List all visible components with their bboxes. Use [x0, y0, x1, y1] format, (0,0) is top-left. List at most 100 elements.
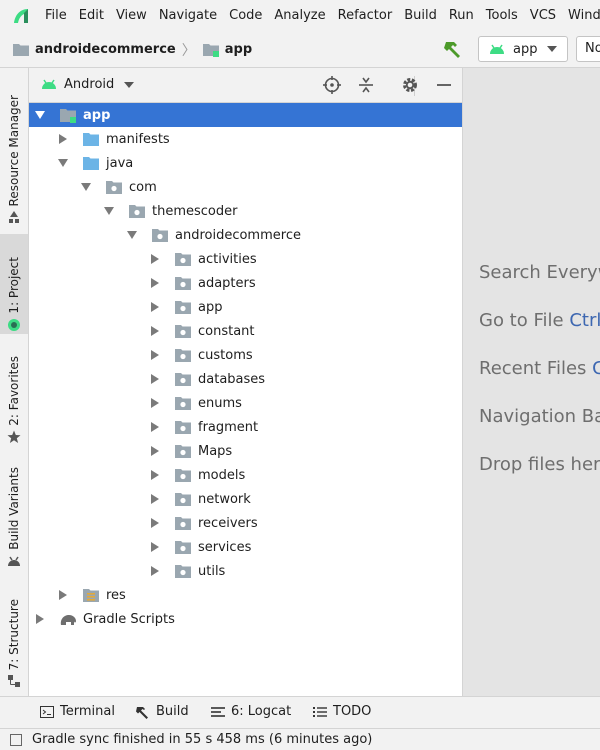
collapsed-arrow-icon[interactable] — [150, 518, 160, 528]
device-select[interactable]: No — [576, 36, 600, 62]
tree-item[interactable]: com — [29, 175, 462, 199]
android-icon — [490, 44, 504, 54]
package-folder-icon — [175, 517, 191, 530]
tree-item-label: activities — [198, 251, 257, 267]
collapsed-arrow-icon[interactable] — [150, 374, 160, 384]
run-configuration-select[interactable]: app — [478, 36, 568, 62]
tree-item[interactable]: app — [29, 295, 462, 319]
hint-search-everywhere: Search Everywhere — [479, 262, 600, 283]
tree-item[interactable]: customs — [29, 343, 462, 367]
tree-item[interactable]: androidecommerce — [29, 223, 462, 247]
collapsed-arrow-icon[interactable] — [150, 470, 160, 480]
tab-terminal-label: Terminal — [60, 704, 115, 719]
collapsed-arrow-icon[interactable] — [150, 422, 160, 432]
collapse-all-icon[interactable] — [357, 76, 375, 94]
module-folder-icon — [60, 109, 76, 123]
tree-item[interactable]: manifests — [29, 127, 462, 151]
menu-navigate[interactable]: Navigate — [153, 0, 223, 32]
navigation-bar: androidecommerce 〉 app app No — [0, 32, 600, 68]
tree-item[interactable]: network — [29, 487, 462, 511]
package-folder-icon — [129, 205, 145, 218]
tab-logcat[interactable]: 6: Logcat — [211, 704, 291, 719]
tree-item[interactable]: themescoder — [29, 199, 462, 223]
collapsed-arrow-icon[interactable] — [58, 134, 68, 144]
package-folder-icon — [175, 277, 191, 290]
menu-view[interactable]: View — [110, 0, 153, 32]
package-folder-icon — [175, 397, 191, 410]
left-tool-strip: Resource Manager 1: Project 2: Favorites… — [0, 68, 29, 696]
tab-resource-manager[interactable]: Resource Manager — [0, 76, 28, 226]
gear-icon[interactable] — [401, 76, 419, 94]
resources-folder-icon — [83, 589, 99, 602]
toggle-tool-windows-icon[interactable] — [10, 733, 22, 746]
folder-icon — [83, 157, 99, 170]
menu-tools[interactable]: Tools — [480, 0, 524, 32]
breadcrumb-module[interactable]: app — [202, 42, 252, 57]
collapsed-arrow-icon[interactable] — [58, 590, 68, 600]
collapsed-arrow-icon[interactable] — [150, 350, 160, 360]
package-folder-icon — [175, 541, 191, 554]
menu-edit[interactable]: Edit — [73, 0, 110, 32]
collapsed-arrow-icon[interactable] — [150, 254, 160, 264]
menu-window[interactable]: Wind — [562, 0, 600, 32]
tab-terminal[interactable]: Terminal — [40, 704, 115, 719]
tree-item[interactable]: adapters — [29, 271, 462, 295]
expanded-arrow-icon[interactable] — [35, 110, 45, 120]
tree-item[interactable]: app — [29, 103, 462, 127]
menu-analyze[interactable]: Analyze — [268, 0, 331, 32]
collapsed-arrow-icon[interactable] — [150, 542, 160, 552]
tree-item[interactable]: enums — [29, 391, 462, 415]
collapsed-arrow-icon[interactable] — [150, 566, 160, 576]
collapsed-arrow-icon[interactable] — [150, 302, 160, 312]
menu-refactor[interactable]: Refactor — [332, 0, 399, 32]
tab-project[interactable]: 1: Project — [0, 234, 28, 334]
chevron-down-icon — [124, 81, 135, 88]
tree-item[interactable]: utils — [29, 559, 462, 583]
collapsed-arrow-icon[interactable] — [35, 614, 45, 624]
breadcrumb-project[interactable]: androidecommerce — [12, 42, 176, 57]
collapsed-arrow-icon[interactable] — [150, 446, 160, 456]
module-folder-icon — [202, 44, 219, 57]
tree-item-label: Maps — [198, 443, 233, 459]
locate-crosshair-icon[interactable] — [323, 76, 341, 94]
tab-favorites-label: 2: Favorites — [7, 356, 21, 426]
tree-item[interactable]: activities — [29, 247, 462, 271]
project-panel-header: Android — [29, 68, 462, 103]
minimize-icon[interactable] — [435, 76, 453, 94]
collapsed-arrow-icon[interactable] — [150, 326, 160, 336]
expanded-arrow-icon[interactable] — [58, 158, 68, 168]
project-view-select[interactable]: Android — [41, 77, 135, 92]
tree-item[interactable]: Gradle Scripts — [29, 607, 462, 631]
tab-structure[interactable]: 7: Structure — [0, 592, 28, 690]
tree-item[interactable]: services — [29, 535, 462, 559]
tree-item[interactable]: constant — [29, 319, 462, 343]
tree-item[interactable]: java — [29, 151, 462, 175]
menu-build[interactable]: Build — [398, 0, 443, 32]
collapsed-arrow-icon[interactable] — [150, 494, 160, 504]
menu-vcs[interactable]: VCS — [524, 0, 562, 32]
tree-item[interactable]: databases — [29, 367, 462, 391]
tree-item-label: constant — [198, 323, 255, 339]
tab-todo[interactable]: TODO — [313, 704, 371, 719]
make-project-hammer-icon[interactable] — [443, 39, 465, 59]
android-studio-logo-icon — [14, 9, 28, 23]
tree-item[interactable]: res — [29, 583, 462, 607]
gradle-elephant-icon — [60, 615, 76, 625]
tab-build[interactable]: Build — [136, 704, 189, 719]
tree-item[interactable]: receivers — [29, 511, 462, 535]
tab-favorites[interactable]: 2: Favorites — [0, 346, 28, 446]
expanded-arrow-icon[interactable] — [127, 230, 137, 240]
tab-build-variants[interactable]: Build Variants — [0, 464, 28, 570]
expanded-arrow-icon[interactable] — [104, 206, 114, 216]
menu-run[interactable]: Run — [443, 0, 480, 32]
terminal-icon — [40, 705, 54, 718]
collapsed-arrow-icon[interactable] — [150, 398, 160, 408]
tree-item[interactable]: models — [29, 463, 462, 487]
tab-todo-label: TODO — [333, 704, 372, 719]
collapsed-arrow-icon[interactable] — [150, 278, 160, 288]
tree-item[interactable]: Maps — [29, 439, 462, 463]
menu-file[interactable]: File — [39, 0, 73, 32]
tree-item[interactable]: fragment — [29, 415, 462, 439]
menu-code[interactable]: Code — [223, 0, 268, 32]
expanded-arrow-icon[interactable] — [81, 182, 91, 192]
